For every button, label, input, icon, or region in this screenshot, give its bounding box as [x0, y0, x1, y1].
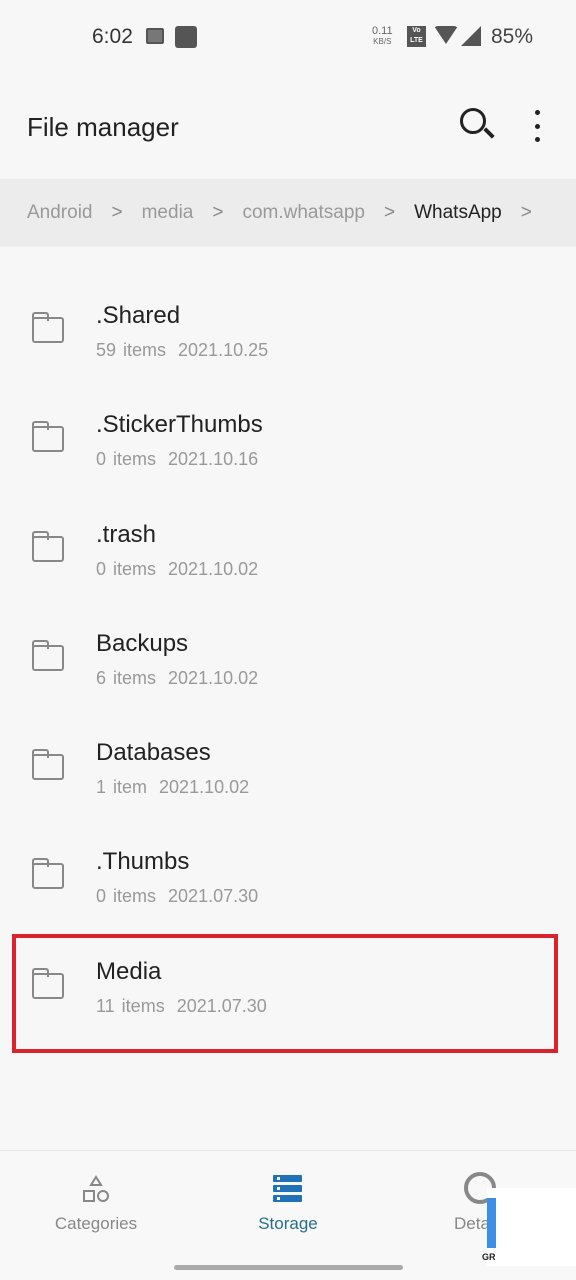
watermark-bar: [487, 1198, 496, 1248]
watermark-logo: [487, 1188, 576, 1266]
folder-item[interactable]: .trash 0 items 2021.10.02: [0, 479, 576, 588]
app-bar: File manager: [0, 72, 576, 178]
breadcrumb-com-whatsapp[interactable]: com.whatsapp: [242, 202, 365, 224]
folder-icon: [32, 421, 64, 453]
chevron-right-icon: >: [212, 202, 224, 223]
network-speed: 0.11 KB/S: [372, 25, 393, 47]
highlight-box: [12, 934, 558, 1053]
folder-icon: [32, 639, 64, 671]
shapes-icon: [83, 1175, 109, 1202]
folder-name: .Thumbs: [96, 848, 190, 876]
storage-icon: [273, 1175, 302, 1202]
folder-meta: 59 items 2021.10.25: [96, 340, 269, 360]
clock: 6:02: [92, 25, 133, 48]
breadcrumb: Android > media > com.whatsapp > WhatsApp >: [0, 179, 576, 247]
folder-name: .StickerThumbs: [96, 411, 263, 439]
breadcrumb-android[interactable]: Android: [27, 202, 93, 224]
folder-icon: [32, 749, 64, 781]
folder-icon: [32, 312, 64, 343]
tab-label: Storage: [258, 1214, 318, 1233]
folder-item[interactable]: Backups 6 items 2021.10.02: [0, 588, 576, 697]
battery-level: 85%: [491, 25, 534, 48]
folder-meta: 0 items 2021.10.02: [96, 558, 259, 579]
more-vert-icon[interactable]: [527, 110, 547, 142]
breadcrumb-media[interactable]: media: [142, 202, 194, 224]
tab-label: Categories: [54, 1214, 138, 1233]
folder-item[interactable]: Databases 1 item 2021.10.02: [0, 697, 576, 806]
home-indicator[interactable]: [174, 1265, 403, 1270]
folder-item[interactable]: .Shared 59 items 2021.10.25: [0, 260, 576, 369]
folder-icon: [32, 530, 64, 562]
folder-name: .Shared: [96, 302, 181, 329]
signal-icon: [461, 26, 481, 46]
watermark-text: GR: [482, 1252, 496, 1262]
folder-meta: 6 items 2021.10.02: [96, 667, 259, 688]
folder-icon: [32, 858, 64, 890]
chevron-right-icon: >: [383, 202, 396, 223]
folder-name: Backups: [96, 629, 189, 657]
search-icon[interactable]: [460, 108, 486, 134]
gallery-notification-icon: [146, 28, 164, 44]
folder-item[interactable]: .Thumbs 0 items 2021.07.30: [0, 806, 576, 915]
folder-meta: 1 item 2021.10.02: [96, 777, 250, 798]
folder-name: Databases: [96, 739, 211, 767]
chevron-right-icon: >: [520, 202, 532, 223]
folder-list: .Shared 59 items 2021.10.25 .StickerThumbs…: [0, 260, 576, 1025]
volte-icon: Vo LTE: [407, 26, 426, 47]
folder-name: .trash: [96, 520, 157, 548]
breadcrumb-whatsapp[interactable]: WhatsApp: [414, 202, 502, 224]
app-notification-icon: [175, 26, 197, 48]
chevron-right-icon: >: [111, 202, 123, 223]
status-bar: 6:02 0.11 KB/S Vo LTE 85%: [0, 0, 576, 72]
folder-item[interactable]: .StickerThumbs 0 items 2021.10.16: [0, 369, 576, 478]
folder-meta: 0 items 2021.07.30: [96, 886, 259, 907]
folder-meta: 0 items 2021.10.16: [96, 449, 259, 470]
page-title: File manager: [27, 112, 179, 142]
wifi-icon: [434, 26, 458, 44]
